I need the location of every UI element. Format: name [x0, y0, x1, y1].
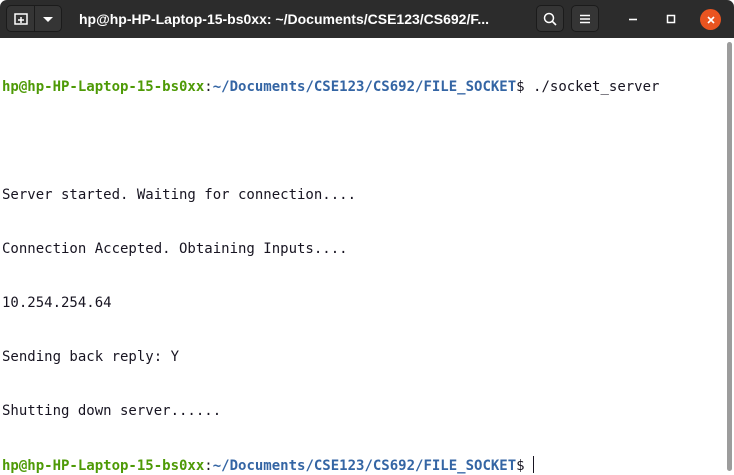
output-line: Shutting down server...... [2, 403, 222, 419]
search-button[interactable] [536, 5, 564, 32]
maximize-icon [666, 14, 676, 24]
chevron-down-icon [43, 16, 53, 22]
current-prompt-line[interactable]: hp@hp-HP-Laptop-15-bs0xx:~/Documents/CSE… [2, 456, 726, 474]
close-icon [706, 15, 715, 24]
output-line: Sending back reply: Y [2, 349, 180, 365]
command-line: hp@hp-HP-Laptop-15-bs0xx:~/Documents/CSE… [2, 78, 726, 96]
minimize-icon [629, 18, 637, 21]
terminal-output[interactable]: hp@hp-HP-Laptop-15-bs0xx:~/Documents/CSE… [0, 38, 726, 475]
window-title: hp@hp-HP-Laptop-15-bs0xx: ~/Documents/CS… [79, 11, 490, 27]
prompt-user: hp@hp-HP-Laptop-15-bs0xx [2, 79, 205, 95]
prompt-user: hp@hp-HP-Laptop-15-bs0xx [2, 458, 205, 474]
prompt-path: ~/Documents/CSE123/CS692/FILE_SOCKET [212, 79, 517, 95]
search-icon [543, 12, 557, 26]
scrollbar-thumb[interactable] [727, 42, 732, 471]
prompt-separator: : [204, 79, 213, 95]
title-bar[interactable]: hp@hp-HP-Laptop-15-bs0xx: ~/Documents/CS… [0, 0, 734, 38]
prompt-separator: : [204, 458, 213, 474]
tab-menu-button[interactable] [35, 6, 61, 31]
output-line: Connection Accepted. Obtaining Inputs...… [2, 241, 348, 257]
minimize-button[interactable] [623, 9, 643, 29]
close-button[interactable] [700, 9, 721, 30]
terminal-window: hp@hp-HP-Laptop-15-bs0xx: ~/Documents/CS… [0, 0, 734, 475]
text-cursor [533, 456, 535, 473]
output-line: 10.254.254.64 [2, 295, 112, 311]
maximize-button[interactable] [661, 9, 681, 29]
menu-button[interactable] [571, 5, 599, 32]
tab-controls [6, 5, 62, 32]
command-text: ./socket_server [533, 79, 660, 95]
hamburger-menu-icon [580, 14, 590, 23]
prompt-symbol: $ [516, 79, 534, 95]
new-tab-button[interactable] [7, 6, 35, 31]
new-tab-icon [13, 12, 28, 25]
output-line: Server started. Waiting for connection..… [2, 187, 357, 203]
vertical-scrollbar[interactable] [726, 38, 734, 475]
prompt-symbol: $ [516, 458, 534, 474]
prompt-path: ~/Documents/CSE123/CS692/FILE_SOCKET [212, 458, 517, 474]
